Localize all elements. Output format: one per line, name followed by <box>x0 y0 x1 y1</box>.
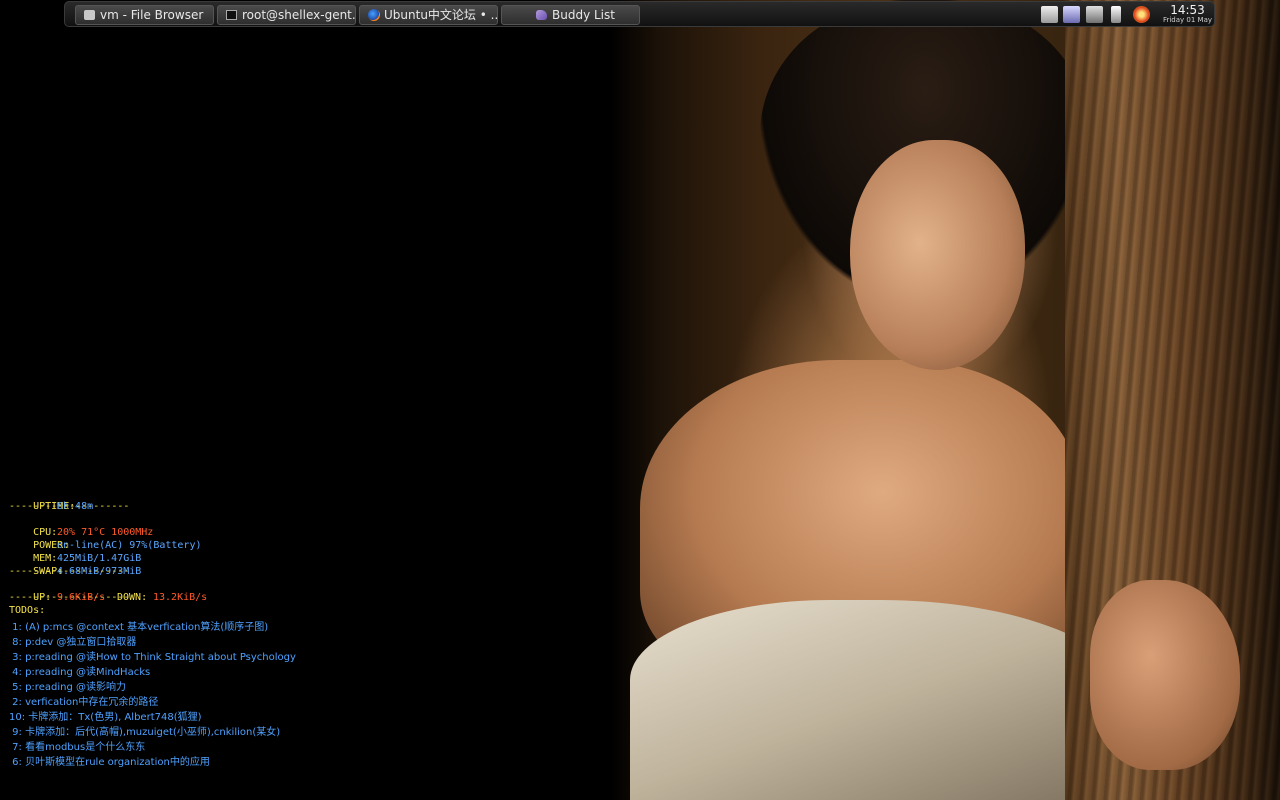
task-button-file-browser[interactable]: vm - File Browser <box>75 5 214 25</box>
update-icon[interactable] <box>1133 6 1150 23</box>
task-label: Ubuntu中文论坛 • ... <box>384 8 498 22</box>
cpu-value: 20% 71°C 1000MHz <box>57 527 154 538</box>
clock-time[interactable]: 14:53 <box>1160 3 1215 17</box>
network-icon[interactable] <box>1041 6 1058 23</box>
down-value: 13.2KiB/s <box>153 592 208 603</box>
todo-item: 10: 卡牌添加：Tx(色男), Albert748(狐狸) <box>9 712 202 723</box>
power-value: on-line(AC) 97%(Battery) <box>57 540 202 551</box>
todo-item: 6: 贝叶斯模型在rule organization中的应用 <box>9 757 210 768</box>
task-label: vm - File Browser <box>100 8 204 22</box>
task-button-terminal[interactable]: root@shellex-gent... <box>217 5 356 25</box>
todos-heading: TODOs: <box>9 605 46 616</box>
task-label: Buddy List <box>552 8 615 22</box>
todo-item: 1: (A) p:mcs @context 基本verfication算法(顺序… <box>9 622 269 633</box>
task-button-firefox[interactable]: Ubuntu中文论坛 • ... <box>359 5 498 25</box>
todo-item: 2: verfication中存在冗余的路径 <box>9 697 159 708</box>
separator-1: -------------------- <box>9 501 130 512</box>
terminal-icon <box>226 10 237 20</box>
task-label: root@shellex-gent... <box>242 8 356 22</box>
wallpaper-hand <box>1090 580 1240 770</box>
file-browser-icon <box>84 10 95 20</box>
top-panel: vm - File Browser root@shellex-gent... U… <box>64 1 1215 27</box>
mem-value: 425MiB/1.47GiB <box>57 553 142 564</box>
pidgin-icon <box>536 10 547 20</box>
task-button-buddy-list[interactable]: Buddy List <box>501 5 640 25</box>
todo-item: 8: p:dev @独立窗口拾取器 <box>9 637 137 648</box>
desktop-wallpaper <box>0 0 1280 800</box>
wallpaper-face <box>850 140 1025 370</box>
keyboard-icon[interactable] <box>1086 6 1103 23</box>
battery-icon[interactable] <box>1111 6 1121 23</box>
todo-item: 7: 看看modbus是个什么东东 <box>9 742 146 753</box>
wallpaper-cloth <box>630 600 1130 800</box>
display-icon[interactable] <box>1063 6 1080 23</box>
todo-item: 3: p:reading @读How to Think Straight abo… <box>9 652 296 663</box>
todo-item: 9: 卡牌添加：后代(高帽),muzuiget(小巫师),cnkilion(某女… <box>9 727 281 738</box>
separator-3: -------------------- <box>9 592 130 603</box>
clock-date: Friday 01 May <box>1162 16 1213 24</box>
todo-item: 5: p:reading @读影响力 <box>9 682 126 693</box>
todo-item: 4: p:reading @读MindHacks <box>9 667 151 678</box>
separator-2: -------------------- <box>9 566 130 577</box>
firefox-icon <box>368 9 380 21</box>
